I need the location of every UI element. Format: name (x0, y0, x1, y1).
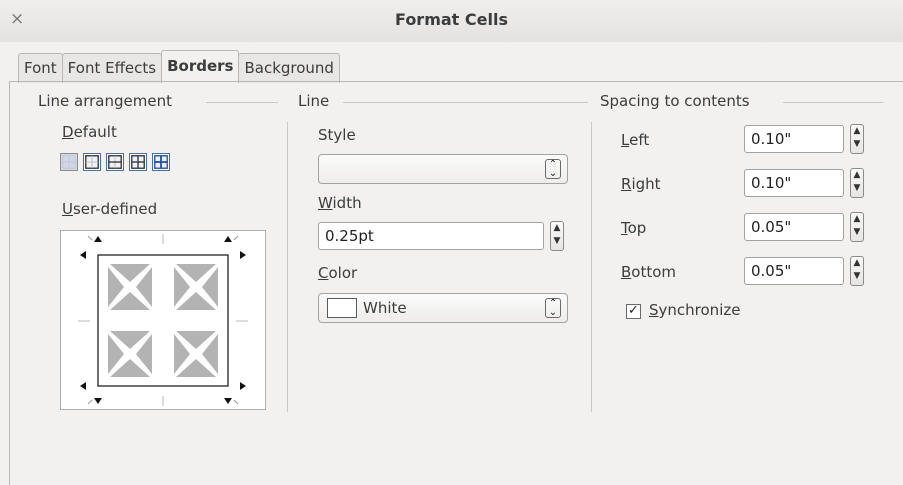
user-defined-label: User-defined (62, 200, 158, 218)
style-label: Style (318, 126, 356, 144)
spin-down-icon: ▼ (853, 271, 861, 281)
width-field[interactable]: 0.25pt (318, 222, 544, 250)
tab-font-effects[interactable]: Font Effects (61, 53, 163, 83)
spacing-group-separator (591, 122, 592, 412)
chevron-updown-icon: ⌃ ⌄ (545, 159, 561, 179)
spin-down-icon: ▼ (853, 183, 861, 193)
color-label: Color (318, 264, 358, 282)
spin-up-icon: ▲ (853, 258, 861, 268)
top-label: Top (621, 219, 647, 237)
right-spin-button[interactable]: ▲ ▼ (850, 168, 864, 198)
tab-font[interactable]: Font (18, 53, 63, 83)
tab-bar: Font Font Effects Borders Background (18, 50, 340, 83)
color-value: White (363, 299, 407, 317)
spacing-title: Spacing to contents (600, 92, 750, 110)
preset-outer-horizontal-icon[interactable] (106, 153, 124, 171)
spin-up-icon: ▲ (853, 126, 861, 136)
bottom-label: Bottom (621, 263, 677, 281)
line-rule (343, 102, 588, 103)
spin-down-icon: ▼ (853, 227, 861, 237)
line-title: Line (298, 92, 330, 110)
right-label: Right (621, 175, 661, 193)
top-spacing-field[interactable]: 0.05" (744, 213, 844, 241)
line-group-separator (287, 122, 288, 412)
preset-all-borders-icon[interactable] (129, 153, 147, 171)
preset-none-icon[interactable] (60, 153, 78, 171)
chevron-updown-icon: ⌃ ⌄ (545, 298, 561, 318)
spin-up-icon: ▲ (853, 214, 861, 224)
spin-up-icon: ▲ (553, 223, 561, 233)
right-spacing-field[interactable]: 0.10" (744, 169, 844, 197)
title-bar: × Format Cells (0, 0, 903, 42)
width-label: Width (318, 194, 362, 212)
color-combobox[interactable]: White ⌃ ⌄ (318, 293, 568, 323)
left-label: Left (621, 131, 650, 149)
default-label: Default (62, 123, 117, 141)
spacing-rule (783, 102, 883, 103)
left-spacing-field[interactable]: 0.10" (744, 125, 844, 153)
line-arrangement-title: Line arrangement (38, 92, 172, 110)
tab-borders[interactable]: Borders (161, 50, 240, 83)
width-spin-button[interactable]: ▲ ▼ (550, 221, 564, 251)
line-arrangement-rule (206, 102, 278, 103)
synchronize-label[interactable]: Synchronize (649, 301, 740, 319)
preset-inner-lines-icon[interactable] (152, 153, 170, 171)
border-preview[interactable] (60, 230, 266, 410)
bottom-spacing-field[interactable]: 0.05" (744, 257, 844, 285)
left-spin-button[interactable]: ▲ ▼ (850, 124, 864, 154)
bottom-spin-button[interactable]: ▲ ▼ (850, 256, 864, 286)
dialog-title: Format Cells (395, 10, 508, 29)
synchronize-checkbox[interactable]: ✓ (626, 304, 641, 319)
tab-background[interactable]: Background (238, 53, 340, 83)
top-spin-button[interactable]: ▲ ▼ (850, 212, 864, 242)
style-combobox[interactable]: ⌃ ⌄ (318, 154, 568, 184)
spin-down-icon: ▼ (553, 236, 561, 246)
spin-up-icon: ▲ (853, 170, 861, 180)
preset-outer-border-icon[interactable] (83, 153, 101, 171)
color-swatch (327, 298, 357, 318)
spin-down-icon: ▼ (853, 139, 861, 149)
